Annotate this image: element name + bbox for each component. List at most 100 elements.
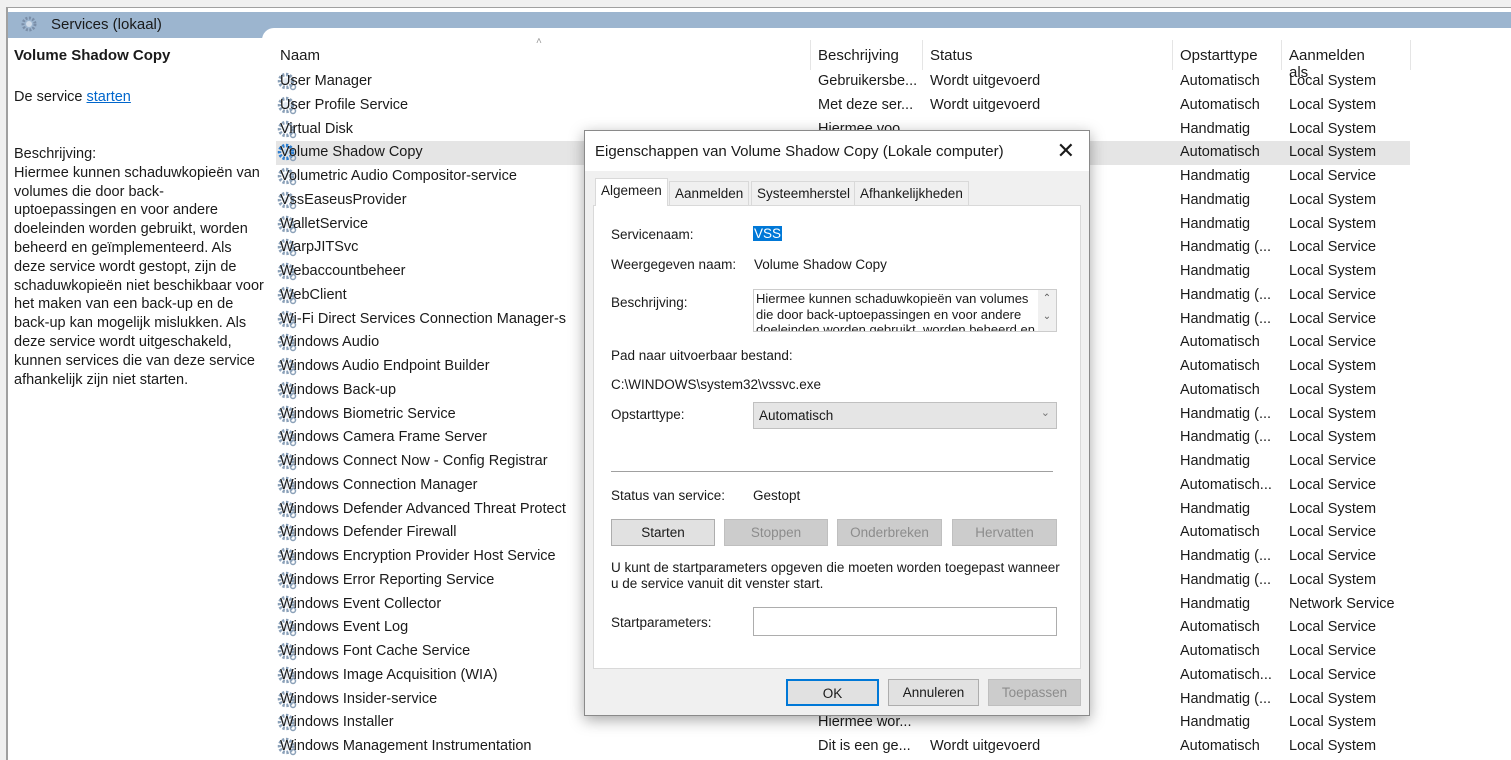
start-service-text: De service starten [14, 89, 131, 105]
startup-type-label: Opstarttype: [611, 407, 685, 422]
cell-name: User Manager [280, 73, 372, 89]
cell-status: Wordt uitgevoerd [930, 73, 1041, 89]
cell-startup-type: Handmatig (... [1180, 548, 1272, 564]
tab-afhankelijkheden[interactable]: Afhankelijkheden [854, 181, 969, 205]
column-separator[interactable] [810, 40, 811, 70]
cell-name: Windows Camera Frame Server [280, 429, 488, 446]
pause-button[interactable]: Onderbreken [837, 519, 942, 546]
cell-startup-type: Automatisch [1180, 381, 1260, 398]
start-service-link[interactable]: starten [87, 89, 131, 105]
cell-startup-type: Handmatig [1180, 191, 1251, 208]
cell-name: Windows Connection Manager [280, 476, 478, 493]
service-status-value: Gestopt [753, 488, 801, 503]
description-label: Beschrijving: [14, 146, 97, 162]
service-row[interactable]: User Manager Gebruikersbe... Wordt uitgevo… [276, 70, 1410, 94]
cell-log-on-as: Local Service [1289, 453, 1377, 469]
cell-log-on-as: Local System [1289, 96, 1377, 113]
cell-startup-type: Automatisch [1180, 738, 1260, 754]
cell-startup-type: Handmatig [1180, 714, 1251, 731]
cell-log-on-as: Local System [1289, 120, 1377, 137]
cell-startup-type: Handmatig [1180, 215, 1251, 232]
description-scrollbar[interactable]: ⌃ ⌄ [1038, 290, 1056, 331]
cell-name: Windows Management Instrumentation [280, 738, 532, 754]
cell-name: WebClient [280, 286, 347, 303]
column-header-label: Naam [280, 47, 321, 64]
cell-name: Volume Shadow Copy [280, 144, 423, 161]
cell-log-on-as: Local System [1289, 215, 1377, 232]
cell-log-on-as: Local System [1289, 500, 1377, 517]
close-icon[interactable]: ✕ [1057, 138, 1075, 164]
start-button[interactable]: Starten [611, 519, 715, 546]
cell-log-on-as: Local System [1289, 405, 1377, 422]
cell-startup-type: Automatisch [1180, 96, 1260, 113]
cell-description: Gebruikersbe... [818, 73, 918, 89]
cell-startup-type: Automatisch [1180, 73, 1260, 89]
cell-name: Wi-Fi Direct Services Connection Manager… [280, 310, 567, 327]
start-params-label: Startparameters: [611, 615, 712, 630]
cell-name: Windows Biometric Service [280, 405, 456, 422]
column-header-label: Status [930, 47, 973, 64]
cell-startup-type: Handmatig [1180, 500, 1251, 517]
tab-aanmelden[interactable]: Aanmelden [669, 181, 750, 205]
cell-startup-type: Automatisch... [1180, 476, 1272, 493]
cell-log-on-as: Local Service [1289, 524, 1377, 541]
pane-title: Services (lokaal) [51, 16, 162, 33]
startup-type-select[interactable]: Automatisch ⌄ [753, 402, 1057, 429]
column-separator[interactable] [1172, 40, 1173, 70]
cell-description: Met deze ser... [818, 96, 914, 113]
tab-algemeen[interactable]: Algemeen [595, 178, 668, 206]
cell-status: Wordt uitgevoerd [930, 96, 1041, 113]
cell-name: WarpJITSvc [280, 239, 359, 256]
column-separator[interactable] [1281, 40, 1282, 70]
cell-startup-type: Handmatig [1180, 120, 1251, 137]
cell-log-on-as: Local Service [1289, 619, 1377, 636]
tab-systeemherstel[interactable]: Systeemherstel [751, 181, 857, 205]
cell-name: Windows Insider-service [280, 690, 438, 707]
cell-name: Windows Error Reporting Service [280, 571, 495, 588]
description-textbox[interactable]: Hiermee kunnen schaduwkopieën van volume… [753, 289, 1057, 332]
service-row[interactable]: User Profile Service Met deze ser... Wordt… [276, 94, 1410, 118]
resume-button[interactable]: Hervatten [952, 519, 1057, 546]
apply-button[interactable]: Toepassen [988, 679, 1081, 706]
cell-log-on-as: Local System [1289, 358, 1377, 374]
cell-startup-type: Handmatig (... [1180, 286, 1272, 303]
sort-ascending-icon: ˄ [536, 36, 542, 47]
description-value: Hiermee kunnen schaduwkopieën van volume… [756, 291, 1035, 332]
stop-button[interactable]: Stoppen [724, 519, 828, 546]
cell-log-on-as: Local Service [1289, 476, 1377, 493]
cell-log-on-as: Local Service [1289, 310, 1377, 327]
ok-button[interactable]: OK [786, 679, 879, 706]
cell-startup-type: Automatisch [1180, 334, 1260, 351]
cell-name: Windows Event Collector [280, 595, 442, 612]
cell-name: Windows Audio Endpoint Builder [280, 358, 490, 374]
cell-log-on-as: Local System [1289, 144, 1377, 161]
general-tab-panel: Servicenaam: VSS Weergegeven naam: Volum… [593, 205, 1081, 669]
cell-startup-type: Handmatig (... [1180, 571, 1272, 588]
column-separator[interactable] [1410, 40, 1411, 70]
chevron-down-icon: ⌄ [1040, 407, 1050, 419]
column-separator[interactable] [922, 40, 923, 70]
column-header-label: Beschrijving [818, 47, 899, 64]
cell-log-on-as: Local Service [1289, 548, 1377, 564]
cell-name: Windows Connect Now - Config Registrar [280, 453, 548, 469]
cell-description: Hiermee wor... [818, 714, 912, 731]
cell-startup-type: Automatisch [1180, 524, 1260, 541]
dialog-title: Eigenschappen van Volume Shadow Copy (Lo… [595, 143, 1004, 160]
cell-name: Windows Installer [280, 714, 394, 731]
service-row[interactable]: Windows Management Instrumentation Dit is… [276, 735, 1410, 759]
cell-startup-type: Handmatig (... [1180, 429, 1272, 446]
cell-log-on-as: Local Service [1289, 666, 1377, 683]
cell-startup-type: Automatisch [1180, 144, 1260, 161]
cell-log-on-as: Local System [1289, 571, 1377, 588]
servicename-value[interactable]: VSS [753, 226, 783, 241]
cell-name: Webaccountbeheer [280, 263, 406, 279]
service-description: Beschrijving: Hiermee kunnen schaduwkopie… [14, 145, 264, 389]
extended-info-panel: Volume Shadow Copy De service starten Be… [8, 38, 264, 760]
cell-log-on-as: Local System [1289, 191, 1377, 208]
cancel-button[interactable]: Annuleren [888, 679, 979, 706]
cell-name: Windows Back-up [280, 381, 397, 398]
start-params-input[interactable] [753, 607, 1057, 636]
cell-name: WalletService [280, 215, 369, 232]
path-label: Pad naar uitvoerbaar bestand: [611, 348, 793, 363]
cell-name: Windows Defender Firewall [280, 524, 457, 541]
